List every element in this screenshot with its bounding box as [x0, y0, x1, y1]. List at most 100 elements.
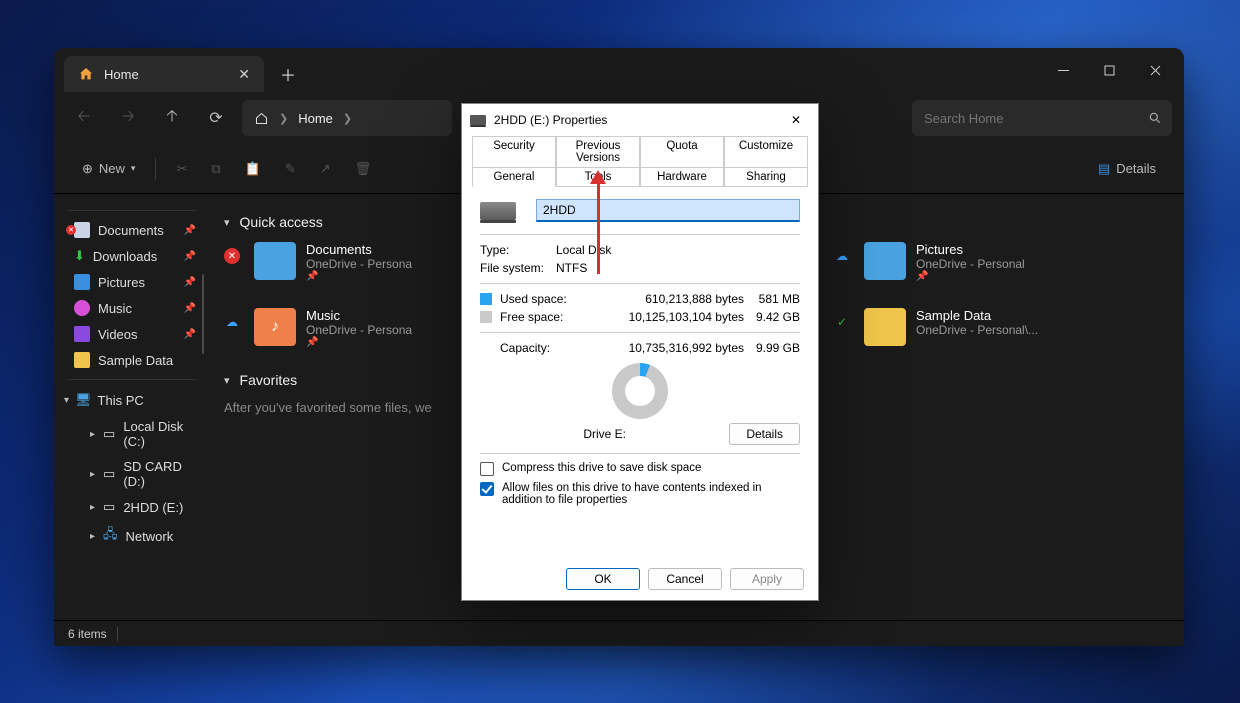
drive-name-input[interactable]	[536, 199, 800, 222]
sidebar: ✕Documents📌 ⬇ Downloads 📌 Pictures 📌 Music📌…	[54, 194, 204, 620]
sidebar-drive-c[interactable]: ▸▭Local Disk (C:)	[60, 414, 204, 454]
chevron-down-icon: ▾	[224, 374, 230, 387]
share-button[interactable]: ↗	[310, 152, 341, 186]
drive-icon: ▭	[103, 466, 115, 482]
refresh-button[interactable]: ⟳	[198, 100, 234, 136]
checkbox-icon[interactable]	[480, 462, 494, 476]
music-icon	[74, 300, 90, 316]
pictures-icon	[74, 274, 90, 290]
home-icon	[78, 66, 94, 82]
pc-icon: 🖥	[75, 392, 92, 408]
tab-sharing[interactable]: Sharing	[724, 167, 808, 187]
item-sub: OneDrive - Persona	[306, 257, 412, 271]
search-box[interactable]	[912, 100, 1172, 136]
item-sub: OneDrive - Persona	[306, 323, 412, 337]
tab-security[interactable]: Security	[472, 136, 556, 167]
sidebar-item-videos[interactable]: Videos📌	[60, 321, 204, 347]
tab-previous-versions[interactable]: Previous Versions	[556, 136, 640, 167]
fs-label: File system:	[480, 261, 556, 275]
checkbox-checked-icon[interactable]	[480, 482, 494, 496]
home-icon	[254, 111, 269, 126]
sidebar-drive-e[interactable]: ▸▭2HDD (E:)	[60, 494, 204, 520]
label: Downloads	[93, 249, 157, 264]
up-button[interactable]: 🡡	[154, 100, 190, 136]
close-button[interactable]	[1132, 54, 1178, 86]
sidebar-this-pc[interactable]: ▾🖥This PC	[60, 386, 204, 414]
type-value: Local Disk	[556, 243, 611, 257]
sidebar-network[interactable]: ▸🖧Network	[60, 520, 204, 552]
back-button[interactable]: 🡠	[66, 100, 102, 136]
sidebar-item-downloads[interactable]: ⬇ Downloads 📌	[60, 243, 204, 269]
sidebar-item-pictures[interactable]: Pictures 📌	[60, 269, 204, 295]
paste-button[interactable]: 📋	[235, 152, 271, 186]
free-human: 9.42 GB	[744, 310, 800, 324]
maximize-button[interactable]	[1086, 54, 1132, 86]
drive-icon: ▭	[103, 499, 115, 515]
tab-home[interactable]: Home ✕	[64, 56, 264, 92]
details-view-button[interactable]: ▤Details	[1088, 152, 1166, 186]
new-button-label: New	[99, 161, 125, 176]
drive-icon: ▭	[103, 426, 115, 442]
chevron-down-icon: ▾	[224, 216, 230, 229]
breadcrumb-home[interactable]: Home	[298, 111, 333, 126]
statusbar: 6 items	[54, 620, 1184, 646]
sync-error-icon: ✕	[66, 225, 76, 235]
search-input[interactable]	[924, 111, 1160, 126]
drive-icon	[470, 115, 486, 125]
details-button[interactable]: Details	[729, 423, 800, 445]
tab-quota[interactable]: Quota	[640, 136, 724, 167]
pin-icon: 📌	[306, 271, 412, 282]
quick-item-music[interactable]: ☁ ♪ MusicOneDrive - Persona📌	[224, 308, 474, 348]
sidebar-item-music[interactable]: Music📌	[60, 295, 204, 321]
rename-icon: ✎	[285, 161, 296, 177]
folder-icon	[254, 242, 296, 280]
label: Network	[126, 529, 174, 544]
new-button[interactable]: ⊕New▾	[72, 152, 145, 186]
scissors-icon: ✂	[176, 161, 187, 177]
minimize-button[interactable]	[1040, 54, 1086, 86]
capacity-human: 9.99 GB	[744, 341, 800, 355]
tab-close-icon[interactable]: ✕	[238, 66, 250, 83]
tab-tools[interactable]: Tools	[556, 167, 640, 187]
tab-hardware[interactable]: Hardware	[640, 167, 724, 187]
copy-button[interactable]: ⧉	[201, 152, 230, 186]
sidebar-drive-d[interactable]: ▸▭SD CARD (D:)	[60, 454, 204, 494]
cut-button[interactable]: ✂	[166, 152, 197, 186]
plus-circle-icon: ⊕	[82, 161, 93, 177]
cancel-button[interactable]: Cancel	[648, 568, 722, 590]
tab-general[interactable]: General	[472, 167, 556, 187]
sidebar-item-sample-data[interactable]: Sample Data	[60, 347, 204, 373]
label: Videos	[98, 327, 138, 342]
used-color-icon	[480, 293, 492, 305]
details-icon: ▤	[1098, 161, 1110, 177]
item-name: Sample Data	[916, 308, 1038, 323]
quick-item-pictures[interactable]: ☁ PicturesOneDrive - Personal📌	[834, 242, 1084, 282]
label: Music	[98, 301, 132, 316]
ok-button[interactable]: OK	[566, 568, 640, 590]
free-label: Free space:	[500, 310, 614, 324]
index-checkbox-row[interactable]: Allow files on this drive to have conten…	[480, 482, 800, 506]
label: Pictures	[98, 275, 145, 290]
tab-strip: Security Previous Versions Quota Customi…	[462, 136, 818, 187]
compress-checkbox-row[interactable]: Compress this drive to save disk space	[480, 462, 800, 476]
pin-icon: 📌	[184, 251, 196, 262]
folder-icon: ♪	[254, 308, 296, 346]
item-sub: OneDrive - Personal	[916, 257, 1025, 271]
apply-button[interactable]: Apply	[730, 568, 804, 590]
tab-title: Home	[104, 67, 139, 82]
pin-icon: 📌	[184, 277, 196, 288]
rename-button[interactable]: ✎	[275, 152, 306, 186]
download-icon: ⬇	[74, 248, 85, 264]
forward-button[interactable]: 🡢	[110, 100, 146, 136]
new-tab-button[interactable]: ＋	[272, 58, 304, 90]
sidebar-item-documents[interactable]: ✕Documents📌	[60, 217, 204, 243]
dialog-close-button[interactable]: ✕	[782, 106, 810, 134]
sync-cloud-icon: ☁	[224, 314, 240, 330]
quick-item-sample-data[interactable]: ✓ Sample DataOneDrive - Personal\...	[834, 308, 1084, 348]
delete-button[interactable]: 🗑	[345, 152, 382, 186]
quick-item-documents[interactable]: ✕ DocumentsOneDrive - Persona📌	[224, 242, 474, 282]
chevron-right-icon: ▸	[90, 502, 95, 513]
tab-customize[interactable]: Customize	[724, 136, 808, 167]
section-label: Quick access	[240, 214, 323, 230]
breadcrumb[interactable]: ❯ Home ❯	[242, 100, 452, 136]
